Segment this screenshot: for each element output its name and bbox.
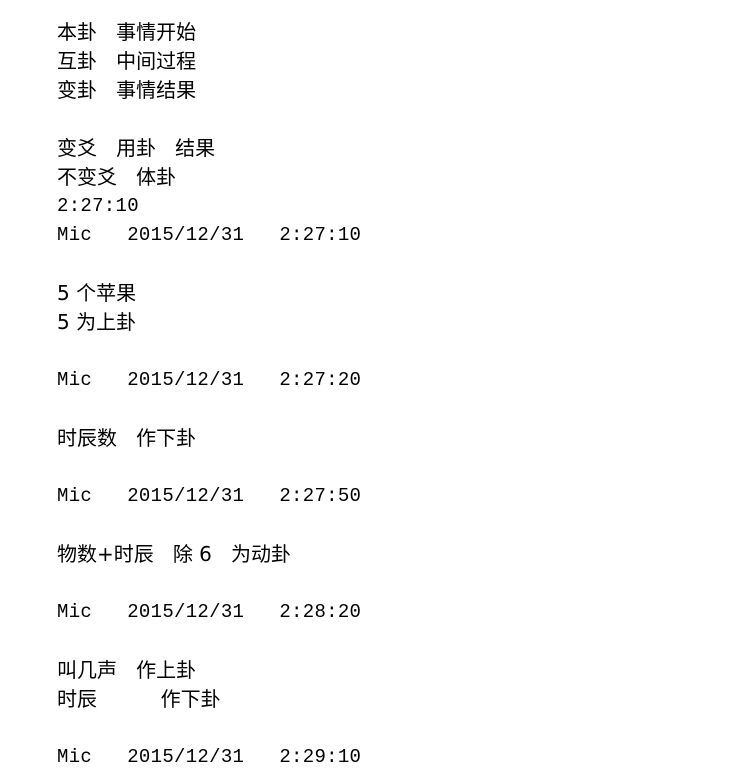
recording-log-line: Mic 2015/12/31 2:27:10 (57, 224, 362, 246)
text-line: 物数+时辰 除 6 为动卦 (57, 542, 291, 566)
text-block-apples-upper-trigram: 5 个苹果 5 为上卦 (57, 279, 741, 337)
text-block-gua-definitions: 本卦 事情开始 互卦 中间过程 变卦 事情结果 (57, 18, 741, 105)
recording-log-line: Mic 2015/12/31 2:27:50 (57, 485, 362, 507)
text-block-recording-2-27-50: Mic 2015/12/31 2:27:50 (57, 482, 741, 511)
text-block-calls-and-shichen-trigrams: 叫几声 作上卦 时辰 作下卦 (57, 656, 741, 714)
text-line: 不变爻 体卦 (57, 165, 177, 189)
text-block-moving-line-formula: 物数+时辰 除 6 为动卦 (57, 540, 741, 569)
text-block-recording-2-29-10: Mic 2015/12/31 2:29:10 (57, 743, 741, 772)
text-line: 时辰数 作下卦 (57, 426, 197, 450)
text-line: 本卦 事情开始 (57, 20, 197, 44)
text-block-recording-2-28-20: Mic 2015/12/31 2:28:20 (57, 598, 741, 627)
text-block-recording-2-27-20: Mic 2015/12/31 2:27:20 (57, 366, 741, 395)
recording-log-line: Mic 2015/12/31 2:28:20 (57, 601, 362, 623)
text-line: 变卦 事情结果 (57, 78, 197, 102)
text-line: 5 为上卦 (57, 310, 137, 334)
text-line: 5 个苹果 (57, 281, 137, 305)
document-body: 本卦 事情开始 互卦 中间过程 变卦 事情结果 变爻 用卦 结果 不变爻 体卦 2:27:… (0, 0, 741, 768)
text-block-yao-definitions-and-first-recording: 变爻 用卦 结果 不变爻 体卦 2:27:10 Mic 2015/12/31 2:27… (57, 134, 741, 250)
text-line: 互卦 中间过程 (57, 49, 197, 73)
recording-log-line: Mic 2015/12/31 2:29:10 (57, 746, 362, 768)
text-line: 叫几声 作上卦 (57, 658, 197, 682)
recording-log-line: 2:27:10 (57, 195, 139, 217)
text-line: 时辰 作下卦 (57, 687, 221, 711)
recording-log-line: Mic 2015/12/31 2:27:20 (57, 369, 362, 391)
text-line: 变爻 用卦 结果 (57, 136, 216, 160)
text-block-shichen-lower-trigram: 时辰数 作下卦 (57, 424, 741, 453)
